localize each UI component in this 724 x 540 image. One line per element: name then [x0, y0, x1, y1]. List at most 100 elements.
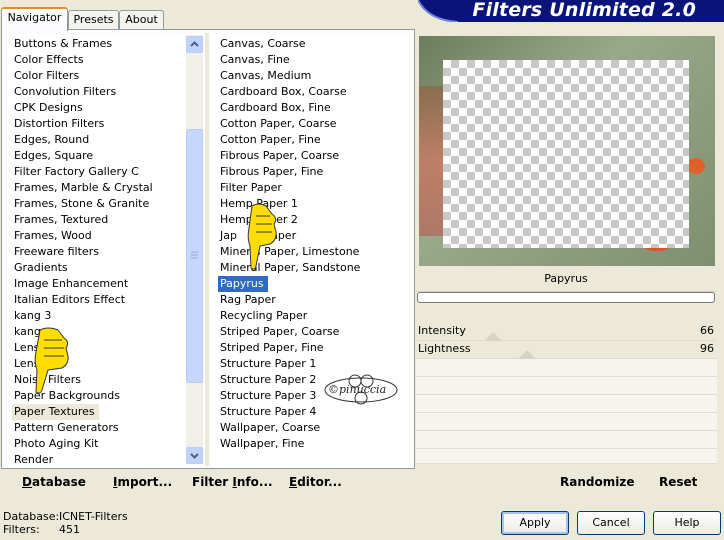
current-filter-name: Papyrus — [416, 267, 716, 292]
cancel-button[interactable]: Cancel — [577, 511, 645, 535]
database-label: atabase — [31, 475, 86, 489]
category-item[interactable]: Paper Textures — [12, 404, 99, 420]
watermark-text: ©pinuccia — [328, 383, 387, 396]
filter-item[interactable]: Rag Paper — [218, 292, 408, 308]
pointing-hand-icon — [246, 202, 280, 275]
filter-item[interactable]: Papyrus — [218, 276, 268, 292]
filter-item[interactable]: Filter Paper — [218, 180, 408, 196]
tab-presets[interactable]: Presets — [68, 10, 119, 29]
intensity-slider-thumb[interactable] — [484, 332, 502, 341]
empty-slider-row — [416, 431, 717, 449]
filter-item[interactable]: Striped Paper, Coarse — [218, 324, 408, 340]
filter-item[interactable]: Canvas, Medium — [218, 68, 408, 84]
category-item[interactable]: Filter Factory Gallery C — [12, 164, 184, 180]
chevron-up-icon — [190, 41, 199, 47]
filter-item[interactable]: Wallpaper, Fine — [218, 436, 408, 452]
empty-slider-row — [416, 395, 717, 413]
filter-item[interactable]: Cardboard Box, Coarse — [218, 84, 408, 100]
category-item[interactable]: Italian Editors Effect — [12, 292, 184, 308]
category-item[interactable]: Photo Aging Kit — [12, 436, 184, 452]
category-item[interactable]: kang 3 — [12, 308, 184, 324]
category-item[interactable]: Convolution Filters — [12, 84, 184, 100]
category-item[interactable]: Gradients — [12, 260, 184, 276]
database-hotkey: D — [22, 475, 32, 489]
filter-item[interactable]: Cotton Paper, Coarse — [218, 116, 408, 132]
category-item[interactable]: Frames, Marble & Crystal — [12, 180, 184, 196]
category-scrollbar[interactable] — [186, 35, 203, 464]
category-item[interactable]: Freeware filters — [12, 244, 184, 260]
filters-count-value: 451 — [59, 523, 80, 536]
import-button[interactable]: Import... — [113, 475, 172, 489]
filter-item[interactable]: Striped Paper, Fine — [218, 340, 408, 356]
editor-button[interactable]: Editor... — [289, 475, 342, 489]
pointing-hand-icon — [32, 326, 70, 399]
filter-item[interactable]: Canvas, Fine — [218, 52, 408, 68]
category-item[interactable]: Edges, Round — [12, 132, 184, 148]
database-info-value: ICNET-Filters — [59, 510, 128, 523]
empty-slider-row — [416, 449, 717, 464]
category-item[interactable]: CPK Designs — [12, 100, 184, 116]
randomize-button[interactable]: Randomize — [560, 475, 634, 489]
filter-info-label: nfo... — [236, 475, 273, 489]
category-item[interactable]: Pattern Generators — [12, 420, 184, 436]
tab-navigator-label: Navigator — [7, 11, 62, 24]
filter-item[interactable]: Recycling Paper — [218, 308, 408, 324]
scroll-down-button[interactable] — [186, 447, 203, 464]
category-item[interactable]: Image Enhancement — [12, 276, 184, 292]
category-item[interactable]: Frames, Stone & Granite — [12, 196, 184, 212]
tab-presets-label: Presets — [73, 13, 114, 26]
filter-info-button[interactable]: Filter Info... — [192, 475, 273, 489]
empty-slider-row — [416, 377, 717, 395]
reset-button[interactable]: Reset — [659, 475, 697, 489]
preview-flower — [687, 158, 705, 174]
filter-item[interactable]: Canvas, Coarse — [218, 36, 408, 52]
progress-bar — [417, 292, 715, 303]
category-list[interactable]: Buttons & Frames Color Effects Color Filte… — [12, 36, 184, 468]
filter-item[interactable]: Cardboard Box, Fine — [218, 100, 408, 116]
intensity-label: Intensity — [418, 324, 466, 337]
lightness-slider-thumb[interactable] — [518, 350, 536, 359]
watermark-logo: ©pinuccia — [322, 372, 400, 411]
tab-about[interactable]: About — [119, 10, 164, 29]
lightness-value: 96 — [700, 342, 714, 355]
category-item[interactable]: Render — [12, 452, 184, 468]
empty-slider-row — [416, 413, 717, 431]
tab-about-label: About — [125, 13, 158, 26]
grip-icon — [191, 251, 198, 259]
import-label: mport... — [117, 475, 173, 489]
filter-item[interactable]: Fibrous Paper, Fine — [218, 164, 408, 180]
intensity-value: 66 — [700, 324, 714, 337]
tab-navigator[interactable]: Navigator — [1, 7, 68, 31]
category-item[interactable]: Edges, Square — [12, 148, 184, 164]
lightness-slider[interactable]: Lightness 96 — [416, 341, 717, 359]
database-info-label: Database: — [3, 510, 60, 523]
filter-item[interactable]: Wallpaper, Coarse — [218, 420, 408, 436]
editor-label: ditor... — [297, 475, 342, 489]
intensity-slider[interactable]: Intensity 66 — [416, 323, 717, 341]
filter-item[interactable]: Fibrous Paper, Coarse — [218, 148, 408, 164]
preview-transparent-area — [443, 60, 689, 248]
empty-slider-row — [416, 359, 717, 377]
help-button[interactable]: Help — [653, 511, 721, 535]
category-item[interactable]: Color Filters — [12, 68, 184, 84]
filter-item[interactable]: Cotton Paper, Fine — [218, 132, 408, 148]
category-item[interactable]: Frames, Textured — [12, 212, 184, 228]
category-item[interactable]: Buttons & Frames — [12, 36, 184, 52]
scroll-thumb[interactable] — [186, 129, 203, 383]
apply-button[interactable]: Apply — [501, 511, 569, 535]
filters-count-label: Filters: — [3, 523, 40, 536]
list-divider — [205, 33, 209, 466]
scroll-up-button[interactable] — [186, 36, 203, 53]
category-item[interactable]: Distortion Filters — [12, 116, 184, 132]
lightness-label: Lightness — [418, 342, 471, 355]
preview-image — [419, 36, 715, 266]
editor-hotkey: E — [289, 475, 298, 489]
database-button[interactable]: Database — [22, 475, 86, 489]
filter-info-prefix: Filter — [192, 475, 233, 489]
category-item[interactable]: Color Effects — [12, 52, 184, 68]
chevron-down-icon — [190, 453, 199, 459]
app-title: Filters Unlimited 2.0 — [472, 0, 696, 21]
filter-item[interactable]: Structure Paper 1 — [218, 356, 408, 372]
category-item[interactable]: Frames, Wood — [12, 228, 184, 244]
title-banner: Filters Unlimited 2.0 — [418, 0, 724, 22]
